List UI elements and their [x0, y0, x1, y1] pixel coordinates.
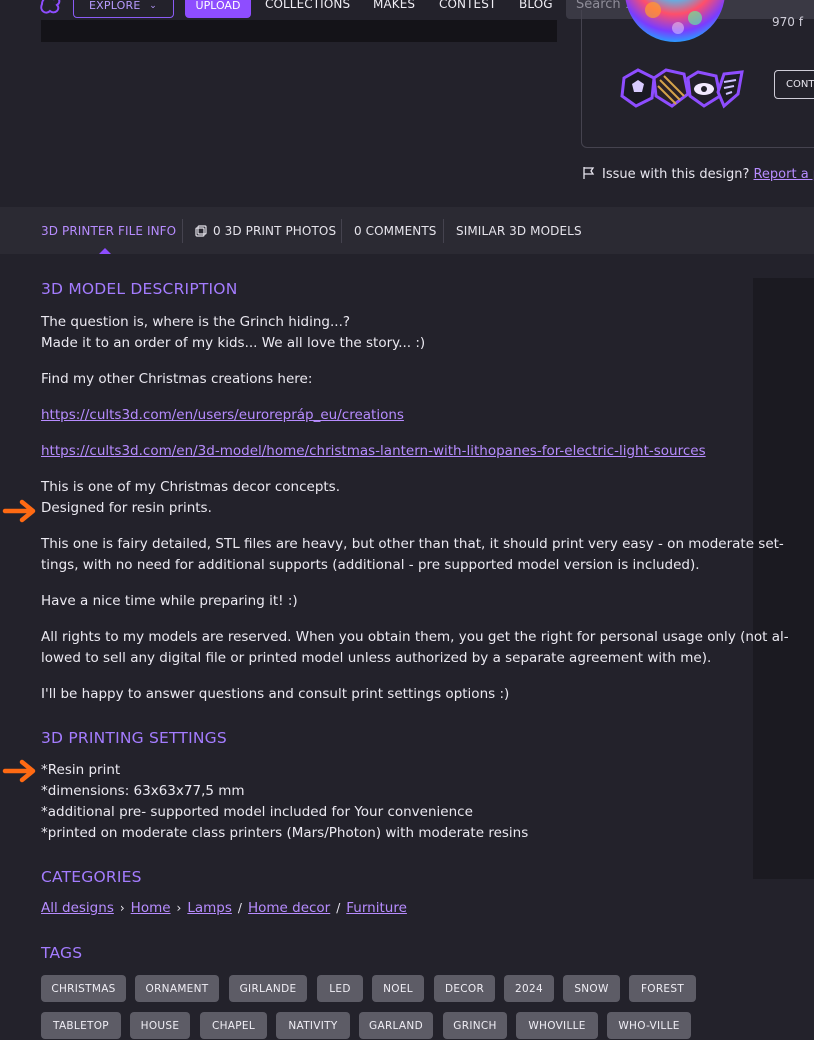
- tab-comments[interactable]: 0 COMMENTS: [354, 224, 437, 238]
- tab-print-photos[interactable]: 0 3D PRINT PHOTOS: [195, 224, 336, 238]
- settings-line: *additional pre- supported model include…: [41, 804, 473, 820]
- crumb-home-decor[interactable]: Home decor: [248, 900, 330, 916]
- crumb-home[interactable]: Home: [131, 900, 171, 916]
- category-breadcrumb: All designs › Home › Lamps / Home decor / Furnit…: [41, 900, 407, 916]
- tab-similar-models[interactable]: SIMILAR 3D MODELS: [456, 224, 582, 238]
- crumb-all-designs[interactable]: All designs: [41, 900, 114, 916]
- description-text: lowed to sell any digital file or printe…: [41, 650, 712, 666]
- tag-chip[interactable]: NATIVITY: [276, 1012, 350, 1039]
- designer-badges-icon: [620, 68, 744, 109]
- description-text: Find my other Christmas creations here:: [41, 371, 313, 387]
- crumb-separator: ›: [119, 901, 125, 915]
- tab-print-photos-label: 0 3D PRINT PHOTOS: [213, 224, 337, 238]
- nav-link-collections[interactable]: COLLECTIONS: [265, 0, 350, 12]
- designer-avatar[interactable]: [623, 0, 727, 46]
- chevron-down-icon: ⌄: [149, 1, 157, 11]
- categories-heading: CATEGORIES: [41, 868, 142, 886]
- sidebar-ad-panel: [753, 278, 814, 879]
- tab-divider: [182, 219, 183, 243]
- nav-link-contest[interactable]: CONTEST: [439, 0, 496, 12]
- description-text: Designed for resin prints.: [41, 500, 212, 516]
- description-text: All rights to my models are reserved. Wh…: [41, 629, 789, 645]
- tag-chip[interactable]: FOREST: [629, 975, 696, 1002]
- crumb-separator: /: [336, 901, 341, 915]
- settings-line: *Resin print: [41, 762, 121, 778]
- tag-chip[interactable]: DECOR: [434, 975, 495, 1002]
- arrow-annotation-icon: [2, 499, 36, 523]
- description-text: Have a nice time while preparing it! :): [41, 593, 298, 609]
- tag-chip[interactable]: NOEL: [372, 975, 424, 1002]
- issue-text: Issue with this design?: [602, 167, 750, 182]
- settings-line: *dimensions: 63x63x77,5 mm: [41, 783, 245, 799]
- lantern-link[interactable]: https://cults3d.com/en/3d-model/home/chr…: [41, 443, 706, 459]
- description-text: tings, with no need for additional suppo…: [41, 557, 700, 573]
- arrow-annotation-icon: [2, 759, 36, 783]
- settings-heading: 3D PRINTING SETTINGS: [41, 729, 227, 747]
- tag-chip[interactable]: WHOVILLE: [516, 1012, 598, 1039]
- contact-button[interactable]: CONT: [774, 70, 814, 99]
- tab-divider: [341, 219, 342, 243]
- designer-stat: 970 f: [772, 15, 803, 29]
- description-text: The question is, where is the Grinch hid…: [41, 314, 351, 330]
- tag-chip[interactable]: CHRISTMAS: [41, 975, 126, 1002]
- report-issue: Issue with this design? Report a p: [582, 166, 814, 182]
- nav-link-makes[interactable]: MAKES: [373, 0, 415, 12]
- upload-button[interactable]: UPLOAD: [185, 0, 251, 18]
- tag-chip[interactable]: LED: [317, 975, 363, 1002]
- tag-chip[interactable]: HOUSE: [130, 1012, 190, 1039]
- photos-icon: [195, 225, 207, 237]
- description-text: This is one of my Christmas decor concep…: [41, 479, 341, 495]
- tag-chip[interactable]: GIRLANDE: [229, 975, 307, 1002]
- crumb-separator: ›: [176, 901, 182, 915]
- tab-divider: [443, 219, 444, 243]
- description-text: This one is fairy detailed, STL files ar…: [41, 536, 784, 552]
- tag-chip[interactable]: ORNAMENT: [135, 975, 219, 1002]
- tag-chip[interactable]: CHAPEL: [200, 1012, 267, 1039]
- crumb-furniture[interactable]: Furniture: [346, 900, 407, 916]
- explore-label: EXPLORE: [89, 0, 141, 12]
- flag-icon: [583, 167, 595, 179]
- tag-chip[interactable]: GARLAND: [359, 1012, 433, 1039]
- crumb-separator: /: [237, 901, 242, 915]
- tab-file-info[interactable]: 3D PRINTER FILE INFO: [41, 224, 176, 238]
- description-text: I'll be happy to answer questions and co…: [41, 686, 510, 702]
- report-link[interactable]: Report a p: [753, 167, 814, 182]
- description-heading: 3D MODEL DESCRIPTION: [41, 280, 238, 298]
- description-link-lantern: https://cults3d.com/en/3d-model/home/chr…: [41, 441, 706, 462]
- tag-chip[interactable]: WHO-VILLE: [607, 1012, 691, 1039]
- creations-link[interactable]: https://cults3d.com/en/users/eurorepráp_…: [41, 407, 404, 423]
- tag-chip[interactable]: GRINCH: [443, 1012, 507, 1039]
- description-link-creations: https://cults3d.com/en/users/eurorepráp_…: [41, 405, 404, 426]
- description-text: Made it to an order of my kids... We all…: [41, 335, 426, 351]
- tags-heading: TAGS: [41, 944, 83, 962]
- explore-button[interactable]: EXPLORE ⌄: [73, 0, 174, 18]
- media-viewer-bottom: [41, 20, 557, 42]
- tag-chip[interactable]: SNOW: [563, 975, 620, 1002]
- crumb-lamps[interactable]: Lamps: [187, 900, 232, 916]
- tag-chip[interactable]: TABLETOP: [41, 1012, 121, 1039]
- settings-line: *printed on moderate class printers (Mar…: [41, 825, 529, 841]
- nav-link-blog[interactable]: BLOG: [519, 0, 553, 12]
- cults-logo-icon[interactable]: [38, 0, 62, 16]
- active-tab-indicator: [99, 248, 111, 254]
- design-tabs: 3D PRINTER FILE INFO 0 3D PRINT PHOTOS 0…: [0, 207, 814, 254]
- tag-chip[interactable]: 2024: [504, 975, 554, 1002]
